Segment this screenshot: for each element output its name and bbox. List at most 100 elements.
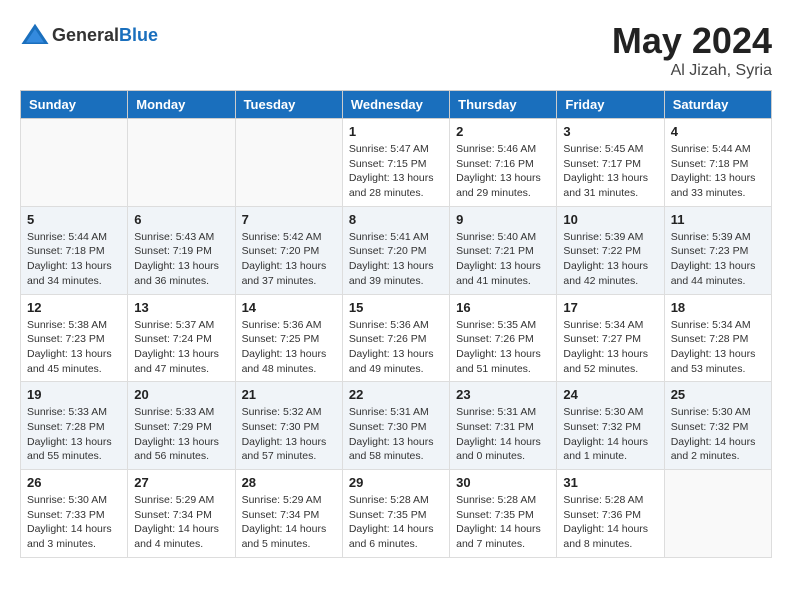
calendar-cell: 12 Sunrise: 5:38 AMSunset: 7:23 PMDayligh…: [21, 294, 128, 382]
day-info: Sunrise: 5:35 AMSunset: 7:26 PMDaylight:…: [456, 318, 550, 377]
day-number: 29: [349, 475, 443, 490]
day-number: 20: [134, 387, 228, 402]
calendar-cell: 30Sunrise: 5:28 AMSunset: 7:35 PMDayligh…: [450, 470, 557, 558]
day-number: 3: [563, 124, 657, 139]
day-info: Sunrise: 5:29 AMSunset: 7:34 PMDaylight:…: [134, 493, 228, 552]
day-number: 6: [134, 212, 228, 227]
calendar-week-row: 19 Sunrise: 5:33 AMSunset: 7:28 PMDayligh…: [21, 382, 772, 470]
weekday-header-saturday: Saturday: [664, 91, 771, 119]
weekday-header-row: SundayMondayTuesdayWednesdayThursdayFrid…: [21, 91, 772, 119]
weekday-header-monday: Monday: [128, 91, 235, 119]
day-number: 7: [242, 212, 336, 227]
day-info: Sunrise: 5:29 AMSunset: 7:34 PMDaylight:…: [242, 493, 336, 552]
calendar-cell: 4 Sunrise: 5:44 AMSunset: 7:18 PMDaylight…: [664, 119, 771, 207]
calendar-table: SundayMondayTuesdayWednesdayThursdayFrid…: [20, 90, 772, 558]
location-title: Al Jizah, Syria: [612, 62, 772, 80]
calendar-cell: 29Sunrise: 5:28 AMSunset: 7:35 PMDayligh…: [342, 470, 449, 558]
calendar-cell: 19 Sunrise: 5:33 AMSunset: 7:28 PMDayligh…: [21, 382, 128, 470]
day-number: 16: [456, 300, 550, 315]
weekday-header-thursday: Thursday: [450, 91, 557, 119]
day-number: 22: [349, 387, 443, 402]
day-number: 2: [456, 124, 550, 139]
calendar-cell: [664, 470, 771, 558]
day-number: 13: [134, 300, 228, 315]
page-header: GeneralBlue May 2024 Al Jizah, Syria: [20, 20, 772, 80]
day-number: 10: [563, 212, 657, 227]
calendar-cell: 5 Sunrise: 5:44 AMSunset: 7:18 PMDaylight…: [21, 206, 128, 294]
day-number: 14: [242, 300, 336, 315]
month-title: May 2024: [612, 20, 772, 62]
calendar-cell: 1Sunrise: 5:47 AMSunset: 7:15 PMDaylight…: [342, 119, 449, 207]
calendar-cell: 14 Sunrise: 5:36 AMSunset: 7:25 PMDayligh…: [235, 294, 342, 382]
day-info: Sunrise: 5:37 AMSunset: 7:24 PMDaylight:…: [134, 318, 228, 377]
day-number: 23: [456, 387, 550, 402]
calendar-cell: 8 Sunrise: 5:41 AMSunset: 7:20 PMDaylight…: [342, 206, 449, 294]
day-info: Sunrise: 5:28 AMSunset: 7:35 PMDaylight:…: [456, 493, 550, 552]
title-section: May 2024 Al Jizah, Syria: [612, 20, 772, 80]
day-number: 21: [242, 387, 336, 402]
day-info: Sunrise: 5:46 AMSunset: 7:16 PMDaylight:…: [456, 142, 550, 201]
calendar-cell: 6 Sunrise: 5:43 AMSunset: 7:19 PMDaylight…: [128, 206, 235, 294]
calendar-week-row: 12 Sunrise: 5:38 AMSunset: 7:23 PMDayligh…: [21, 294, 772, 382]
calendar-cell: [235, 119, 342, 207]
day-info: Sunrise: 5:47 AMSunset: 7:15 PMDaylight:…: [349, 142, 443, 201]
calendar-cell: 24 Sunrise: 5:30 AMSunset: 7:32 PMDayligh…: [557, 382, 664, 470]
calendar-cell: [128, 119, 235, 207]
day-number: 28: [242, 475, 336, 490]
calendar-cell: 22 Sunrise: 5:31 AMSunset: 7:30 PMDayligh…: [342, 382, 449, 470]
calendar-cell: 17Sunrise: 5:34 AMSunset: 7:27 PMDayligh…: [557, 294, 664, 382]
day-info: Sunrise: 5:42 AMSunset: 7:20 PMDaylight:…: [242, 230, 336, 289]
calendar-cell: 9Sunrise: 5:40 AMSunset: 7:21 PMDaylight…: [450, 206, 557, 294]
calendar-cell: 31Sunrise: 5:28 AMSunset: 7:36 PMDayligh…: [557, 470, 664, 558]
day-info: Sunrise: 5:40 AMSunset: 7:21 PMDaylight:…: [456, 230, 550, 289]
day-info: Sunrise: 5:33 AMSunset: 7:28 PMDaylight:…: [27, 405, 121, 464]
day-info: Sunrise: 5:43 AMSunset: 7:19 PMDaylight:…: [134, 230, 228, 289]
calendar-cell: 27Sunrise: 5:29 AMSunset: 7:34 PMDayligh…: [128, 470, 235, 558]
day-info: Sunrise: 5:30 AMSunset: 7:32 PMDaylight:…: [563, 405, 657, 464]
day-info: Sunrise: 5:39 AMSunset: 7:23 PMDaylight:…: [671, 230, 765, 289]
calendar-week-row: 26 Sunrise: 5:30 AMSunset: 7:33 PMDayligh…: [21, 470, 772, 558]
calendar-cell: 16 Sunrise: 5:35 AMSunset: 7:26 PMDayligh…: [450, 294, 557, 382]
day-info: Sunrise: 5:33 AMSunset: 7:29 PMDaylight:…: [134, 405, 228, 464]
day-info: Sunrise: 5:32 AMSunset: 7:30 PMDaylight:…: [242, 405, 336, 464]
calendar-cell: 2 Sunrise: 5:46 AMSunset: 7:16 PMDaylight…: [450, 119, 557, 207]
calendar-cell: 25 Sunrise: 5:30 AMSunset: 7:32 PMDayligh…: [664, 382, 771, 470]
weekday-header-sunday: Sunday: [21, 91, 128, 119]
calendar-cell: 3Sunrise: 5:45 AMSunset: 7:17 PMDaylight…: [557, 119, 664, 207]
day-info: Sunrise: 5:36 AMSunset: 7:25 PMDaylight:…: [242, 318, 336, 377]
day-number: 12: [27, 300, 121, 315]
day-number: 26: [27, 475, 121, 490]
calendar-cell: 28 Sunrise: 5:29 AMSunset: 7:34 PMDayligh…: [235, 470, 342, 558]
calendar-cell: 11 Sunrise: 5:39 AMSunset: 7:23 PMDayligh…: [664, 206, 771, 294]
calendar-week-row: 5 Sunrise: 5:44 AMSunset: 7:18 PMDaylight…: [21, 206, 772, 294]
calendar-cell: 13 Sunrise: 5:37 AMSunset: 7:24 PMDayligh…: [128, 294, 235, 382]
day-info: Sunrise: 5:30 AMSunset: 7:33 PMDaylight:…: [27, 493, 121, 552]
calendar-cell: 18Sunrise: 5:34 AMSunset: 7:28 PMDayligh…: [664, 294, 771, 382]
calendar-cell: 26 Sunrise: 5:30 AMSunset: 7:33 PMDayligh…: [21, 470, 128, 558]
logo-general: General: [52, 25, 119, 45]
day-number: 11: [671, 212, 765, 227]
day-number: 25: [671, 387, 765, 402]
day-number: 24: [563, 387, 657, 402]
day-number: 4: [671, 124, 765, 139]
day-info: Sunrise: 5:34 AMSunset: 7:27 PMDaylight:…: [563, 318, 657, 377]
day-info: Sunrise: 5:44 AMSunset: 7:18 PMDaylight:…: [671, 142, 765, 201]
day-info: Sunrise: 5:31 AMSunset: 7:31 PMDaylight:…: [456, 405, 550, 464]
day-number: 5: [27, 212, 121, 227]
day-info: Sunrise: 5:41 AMSunset: 7:20 PMDaylight:…: [349, 230, 443, 289]
calendar-cell: 15Sunrise: 5:36 AMSunset: 7:26 PMDayligh…: [342, 294, 449, 382]
day-info: Sunrise: 5:39 AMSunset: 7:22 PMDaylight:…: [563, 230, 657, 289]
calendar-cell: 10 Sunrise: 5:39 AMSunset: 7:22 PMDayligh…: [557, 206, 664, 294]
day-number: 19: [27, 387, 121, 402]
logo-blue: Blue: [119, 25, 158, 45]
day-info: Sunrise: 5:44 AMSunset: 7:18 PMDaylight:…: [27, 230, 121, 289]
day-info: Sunrise: 5:38 AMSunset: 7:23 PMDaylight:…: [27, 318, 121, 377]
day-info: Sunrise: 5:31 AMSunset: 7:30 PMDaylight:…: [349, 405, 443, 464]
day-info: Sunrise: 5:30 AMSunset: 7:32 PMDaylight:…: [671, 405, 765, 464]
calendar-cell: 20 Sunrise: 5:33 AMSunset: 7:29 PMDayligh…: [128, 382, 235, 470]
day-info: Sunrise: 5:36 AMSunset: 7:26 PMDaylight:…: [349, 318, 443, 377]
day-number: 8: [349, 212, 443, 227]
calendar-week-row: 1Sunrise: 5:47 AMSunset: 7:15 PMDaylight…: [21, 119, 772, 207]
logo: GeneralBlue: [20, 20, 158, 50]
day-number: 18: [671, 300, 765, 315]
